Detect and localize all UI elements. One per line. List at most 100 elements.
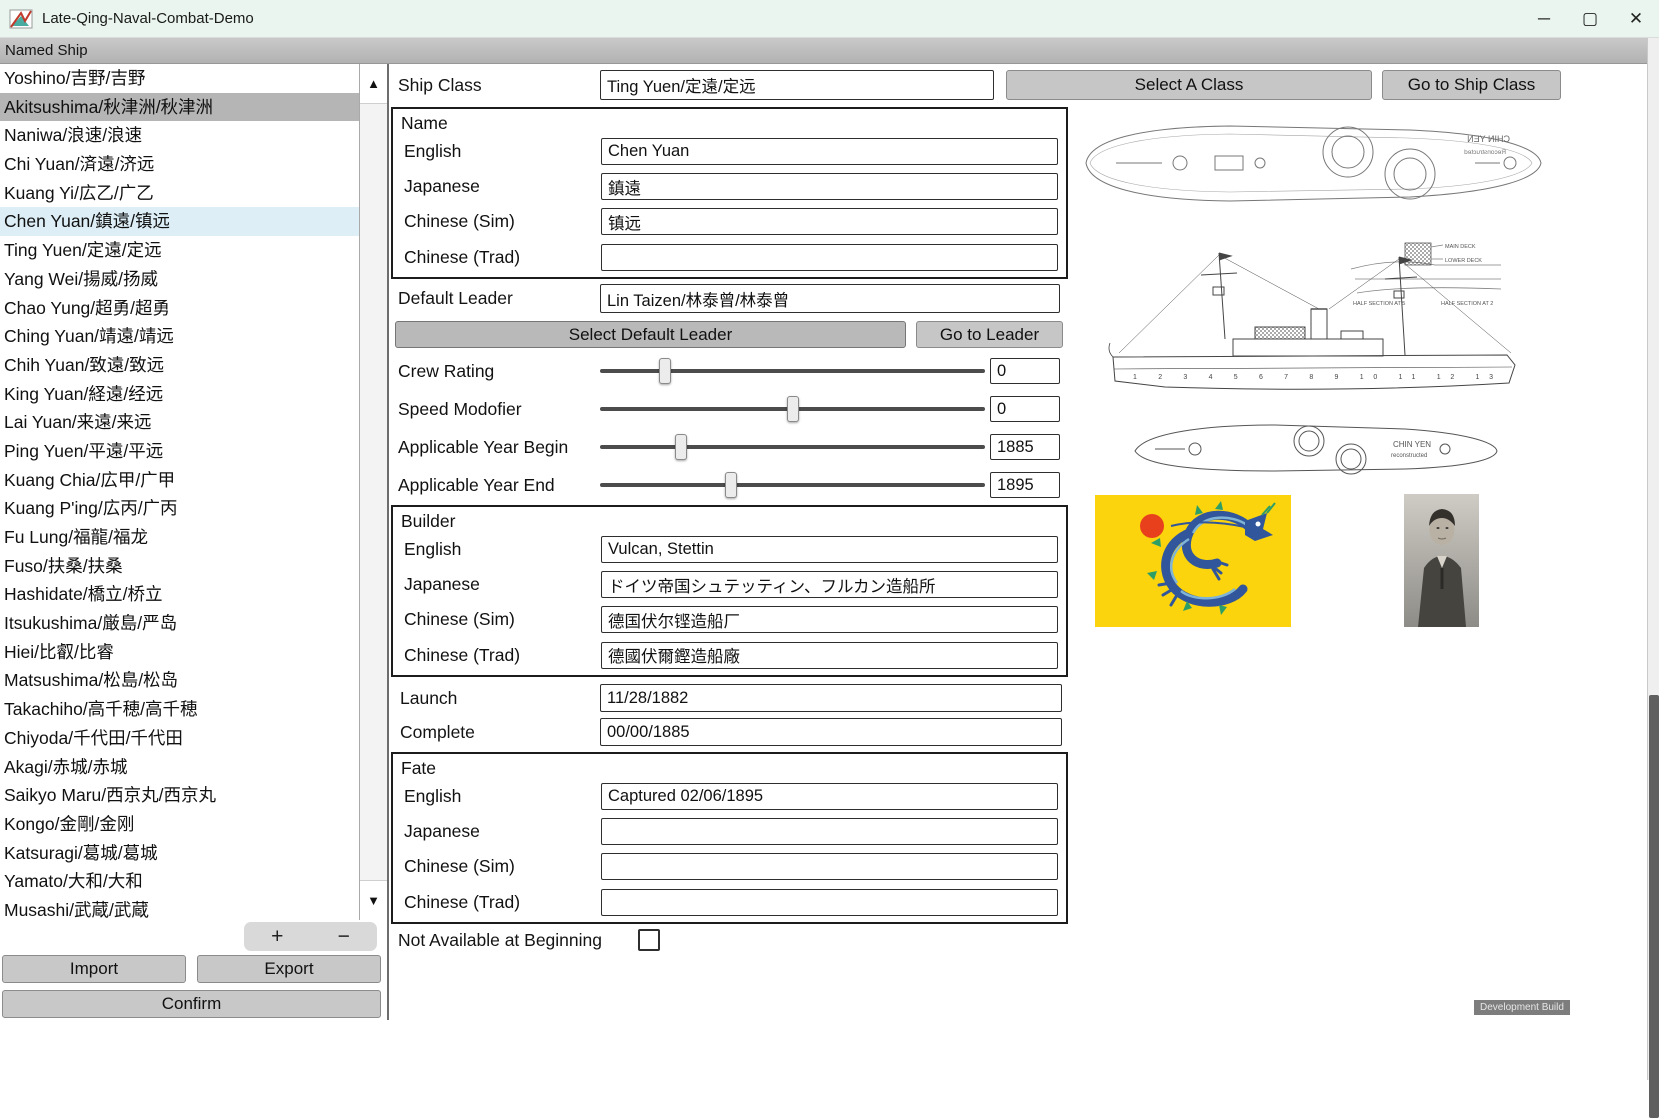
slider-handle[interactable] <box>659 358 671 384</box>
launch-input[interactable] <box>600 684 1062 712</box>
list-item[interactable]: Fuso/扶桑/扶桑 <box>0 552 359 581</box>
list-item[interactable]: Ping Yuen/平遠/平远 <box>0 437 359 466</box>
field-input[interactable] <box>601 818 1058 845</box>
list-item[interactable]: Chi Yuan/済遠/济远 <box>0 150 359 179</box>
list-item[interactable]: Ching Yuan/靖遠/靖远 <box>0 322 359 351</box>
list-item[interactable]: Yamato/大和/大和 <box>0 867 359 896</box>
slider[interactable] <box>600 396 985 422</box>
field-row: English <box>393 532 1066 567</box>
scroll-up-icon[interactable]: ▲ <box>360 64 387 104</box>
field-row: Chinese (Trad) <box>393 638 1066 673</box>
list-item[interactable]: Chao Yung/超勇/超勇 <box>0 294 359 323</box>
list-item[interactable]: Itsukushima/厳島/严岛 <box>0 609 359 638</box>
fate-group-fields: EnglishJapaneseChinese (Sim)Chinese (Tra… <box>393 779 1066 920</box>
list-item[interactable]: Kongo/金剛/金刚 <box>0 810 359 839</box>
field-input[interactable] <box>601 783 1058 810</box>
deck-plan-top-image: CHIN YEN Reconstructed <box>1080 112 1548 215</box>
ship-list: Yoshino/吉野/吉野Akitsushima/秋津洲/秋津洲Naniwa/浪… <box>0 64 359 920</box>
list-item[interactable]: Hashidate/橋立/桥立 <box>0 580 359 609</box>
select-default-leader-button[interactable]: Select Default Leader <box>395 321 906 348</box>
list-item[interactable]: Akitsushima/秋津洲/秋津洲 <box>0 93 359 122</box>
list-item[interactable]: Chen Yuan/鎮遠/镇远 <box>0 207 359 236</box>
field-input[interactable] <box>601 853 1058 880</box>
field-label: Chinese (Sim) <box>404 856 601 877</box>
leader-portrait-image <box>1404 494 1479 627</box>
maximize-icon[interactable]: ▢ <box>1567 0 1613 37</box>
minimize-icon[interactable]: ─ <box>1521 0 1567 37</box>
field-input[interactable] <box>601 571 1058 598</box>
select-class-button[interactable]: Select A Class <box>1006 70 1372 100</box>
slider-value[interactable] <box>990 472 1060 498</box>
slider[interactable] <box>600 434 985 460</box>
field-row: Japanese <box>393 169 1066 204</box>
list-item[interactable]: Musashi/武蔵/武蔵 <box>0 896 359 920</box>
field-input[interactable] <box>601 138 1058 165</box>
field-input[interactable] <box>601 606 1058 633</box>
field-input[interactable] <box>601 889 1058 916</box>
export-button[interactable]: Export <box>197 955 381 983</box>
import-button[interactable]: Import <box>2 955 186 983</box>
slider-handle[interactable] <box>725 472 737 498</box>
ship-list-scrollbar[interactable]: ▲ ▼ <box>359 64 387 920</box>
list-item[interactable]: Naniwa/浪速/浪速 <box>0 121 359 150</box>
list-item[interactable]: Kuang Chia/広甲/广甲 <box>0 466 359 495</box>
half-section-5-label: HALF SECTION AT 5 <box>1353 301 1405 307</box>
slider-handle[interactable] <box>787 396 799 422</box>
panel-divider <box>387 64 389 1020</box>
list-item[interactable]: Saikyo Maru/西京丸/西京丸 <box>0 781 359 810</box>
list-item[interactable]: Chiyoda/千代田/千代田 <box>0 724 359 753</box>
list-item[interactable]: Ting Yuen/定遠/定远 <box>0 236 359 265</box>
list-item[interactable]: Hiei/比叡/比睿 <box>0 638 359 667</box>
not-available-label: Not Available at Beginning <box>398 930 602 951</box>
close-icon[interactable]: ✕ <box>1613 0 1659 37</box>
field-input[interactable] <box>601 244 1058 271</box>
name-group-title: Name <box>393 109 1066 134</box>
list-item[interactable]: Kuang P'ing/広丙/广丙 <box>0 494 359 523</box>
goto-leader-button[interactable]: Go to Leader <box>916 321 1063 348</box>
list-item[interactable]: Katsuragi/葛城/葛城 <box>0 839 359 868</box>
list-item[interactable]: Fu Lung/福龍/福龙 <box>0 523 359 552</box>
list-item[interactable]: Kuang Yi/広乙/广乙 <box>0 179 359 208</box>
list-item[interactable]: Lai Yuan/来遠/来远 <box>0 408 359 437</box>
field-row: English <box>393 134 1066 169</box>
window-scrollbar[interactable] <box>1647 38 1659 1080</box>
remove-ship-button[interactable]: − <box>311 922 378 951</box>
goto-ship-class-button[interactable]: Go to Ship Class <box>1382 70 1561 100</box>
slider[interactable] <box>600 358 985 384</box>
slider-value[interactable] <box>990 358 1060 384</box>
ship-class-input[interactable] <box>600 70 994 100</box>
list-item[interactable]: Chih Yuan/致遠/致远 <box>0 351 359 380</box>
field-label: Japanese <box>404 176 601 197</box>
field-input[interactable] <box>601 642 1058 669</box>
default-leader-input[interactable] <box>600 284 1060 313</box>
sliders: Crew Rating Speed Modofier Applicable Year… <box>398 352 1062 504</box>
not-available-checkbox[interactable] <box>638 929 660 951</box>
field-label: Japanese <box>404 821 601 842</box>
field-input[interactable] <box>601 173 1058 200</box>
slider-value[interactable] <box>990 396 1060 422</box>
builder-group-title: Builder <box>393 507 1066 532</box>
field-input[interactable] <box>601 208 1058 235</box>
field-label: English <box>404 141 601 162</box>
window-scrollbar-thumb[interactable] <box>1649 695 1659 1118</box>
list-item[interactable]: Akagi/赤城/赤城 <box>0 753 359 782</box>
slider-row: Speed Modofier <box>398 390 1062 428</box>
slider-label: Crew Rating <box>398 361 600 382</box>
complete-input[interactable] <box>600 718 1062 746</box>
scroll-down-icon[interactable]: ▼ <box>360 880 387 920</box>
slider-label: Applicable Year Begin <box>398 437 600 458</box>
slider-value[interactable] <box>990 434 1060 460</box>
slider-handle[interactable] <box>675 434 687 460</box>
list-item[interactable]: Yoshino/吉野/吉野 <box>0 64 359 93</box>
list-item[interactable]: King Yuan/経遠/经远 <box>0 380 359 409</box>
qing-dragon-flag-image <box>1095 495 1291 627</box>
app-icon <box>9 7 33 31</box>
slider[interactable] <box>600 472 985 498</box>
add-ship-button[interactable]: + <box>244 922 311 951</box>
field-input[interactable] <box>601 536 1058 563</box>
default-leader-label: Default Leader <box>398 288 513 309</box>
list-item[interactable]: Yang Wei/揚威/扬威 <box>0 265 359 294</box>
confirm-button[interactable]: Confirm <box>2 990 381 1018</box>
list-item[interactable]: Takachiho/高千穂/高千穂 <box>0 695 359 724</box>
list-item[interactable]: Matsushima/松島/松岛 <box>0 666 359 695</box>
